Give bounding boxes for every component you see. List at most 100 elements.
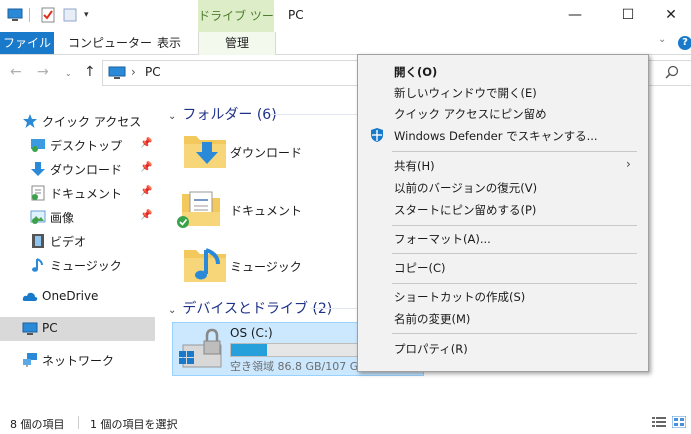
picture-icon bbox=[30, 210, 46, 224]
menu-item-label: プロパティ(R) bbox=[394, 342, 468, 356]
pin-icon[interactable]: 📌 bbox=[140, 186, 152, 197]
tab-view[interactable]: 表示 bbox=[157, 32, 181, 54]
folders-group-label: フォルダー (6) bbox=[182, 107, 277, 123]
menu-item-label: Windows Defender でスキャンする... bbox=[394, 129, 598, 143]
menu-item-share[interactable]: 共有(H) › bbox=[358, 155, 648, 175]
nav-item-onedrive[interactable]: OneDrive bbox=[0, 286, 155, 308]
folder-label[interactable]: ミュージック bbox=[230, 258, 302, 275]
computer-icon bbox=[108, 66, 126, 79]
details-view-icon[interactable] bbox=[652, 416, 666, 428]
chevron-down-icon[interactable]: ⌄ bbox=[168, 111, 176, 122]
menu-item-label: クイック アクセスにピン留め bbox=[394, 107, 547, 121]
menu-item-label: スタートにピン留めする(P) bbox=[394, 203, 537, 217]
nav-item-pc[interactable]: PC bbox=[0, 317, 155, 341]
nav-item-desktop[interactable]: デスクトップ 📌 bbox=[0, 134, 155, 156]
nav-item-pictures[interactable]: 画像 📌 bbox=[0, 206, 155, 228]
menu-item-open[interactable]: 開く(O) bbox=[358, 61, 648, 81]
expand-ribbon-icon[interactable]: ⌄ bbox=[658, 34, 666, 45]
chevron-down-icon[interactable]: ⌄ bbox=[168, 305, 176, 316]
minimize-button[interactable]: — bbox=[552, 0, 598, 32]
menu-item-pin-start[interactable]: スタートにピン留めする(P) bbox=[358, 199, 648, 219]
menu-item-label: 共有(H) bbox=[394, 159, 435, 173]
breadcrumb-pc[interactable]: PC bbox=[145, 65, 161, 79]
tab-file[interactable]: ファイル bbox=[0, 32, 54, 54]
network-icon bbox=[23, 353, 37, 367]
nav-item-label: ドキュメント bbox=[50, 187, 123, 201]
folders-group-header[interactable]: ⌄ フォルダー (6) bbox=[168, 104, 277, 124]
cloud-icon bbox=[22, 292, 38, 301]
nav-item-documents[interactable]: ドキュメント 📌 bbox=[0, 182, 155, 204]
computer-icon[interactable] bbox=[7, 7, 23, 23]
menu-separator bbox=[392, 225, 637, 226]
forward-button[interactable]: → bbox=[37, 64, 49, 80]
folder-label[interactable]: ドキュメント bbox=[230, 202, 302, 219]
menu-item-open-new-window[interactable]: 新しいウィンドウで開く(E) bbox=[358, 82, 648, 102]
status-item-count: 8 個の項目 bbox=[10, 418, 65, 431]
search-icon[interactable] bbox=[665, 65, 679, 79]
menu-item-copy[interactable]: コピー(C) bbox=[358, 257, 648, 277]
music-note-icon bbox=[32, 258, 43, 272]
ribbon-tabs: ファイル コンピューター 表示 管理 ⌄ ? bbox=[0, 32, 691, 55]
navigation-pane: クイック アクセス デスクトップ 📌 ダウンロード 📌 ドキュメント 📌 画像 … bbox=[0, 92, 155, 402]
menu-item-label: コピー(C) bbox=[394, 261, 446, 275]
nav-item-label: 画像 bbox=[50, 211, 75, 225]
menu-item-defender-scan[interactable]: Windows Defender でスキャンする... bbox=[358, 125, 648, 145]
recent-locations-button[interactable]: ⌄ bbox=[65, 69, 72, 78]
menu-item-create-shortcut[interactable]: ショートカットの作成(S) bbox=[358, 286, 648, 306]
desktop-icon bbox=[31, 139, 45, 152]
close-button[interactable]: ✕ bbox=[648, 0, 691, 32]
maximize-button[interactable]: ☐ bbox=[605, 0, 651, 32]
nav-item-label: PC bbox=[42, 321, 58, 335]
tab-computer[interactable]: コンピューター bbox=[68, 32, 152, 54]
download-arrow-icon bbox=[31, 162, 45, 176]
menu-separator bbox=[392, 283, 637, 284]
context-menu: 開く(O) 新しいウィンドウで開く(E) クイック アクセスにピン留め Wind… bbox=[357, 54, 649, 372]
pin-icon[interactable]: 📌 bbox=[140, 162, 152, 173]
documents-folder-icon[interactable] bbox=[176, 188, 222, 228]
music-folder-icon[interactable] bbox=[182, 244, 228, 284]
nav-item-label: ネットワーク bbox=[42, 354, 115, 368]
nav-item-label: デスクトップ bbox=[50, 139, 123, 153]
menu-item-label: フォーマット(A)... bbox=[394, 232, 491, 246]
large-icons-view-icon[interactable] bbox=[672, 416, 686, 428]
menu-item-format[interactable]: フォーマット(A)... bbox=[358, 228, 648, 248]
drive-tools-contextual-tab: ドライブ ツール bbox=[198, 0, 274, 55]
devices-group-header[interactable]: ⌄ デバイスとドライブ (2) bbox=[168, 298, 332, 318]
nav-item-videos[interactable]: ビデオ bbox=[0, 230, 155, 252]
breadcrumb-separator[interactable]: › bbox=[131, 65, 136, 79]
folder-label[interactable]: ダウンロード bbox=[230, 144, 302, 161]
customize-toolbar-dropdown[interactable]: ▾ bbox=[84, 10, 94, 20]
windows-drive-icon bbox=[179, 328, 222, 368]
menu-item-rename[interactable]: 名前の変更(M) bbox=[358, 308, 648, 328]
menu-separator bbox=[392, 333, 637, 334]
nav-quick-access[interactable]: クイック アクセス bbox=[0, 110, 155, 132]
new-folder-icon[interactable] bbox=[62, 7, 78, 23]
drive-usage-fill bbox=[231, 344, 267, 356]
status-divider bbox=[78, 416, 79, 429]
film-icon bbox=[32, 234, 44, 248]
group-divider bbox=[270, 114, 370, 115]
toolbar-divider bbox=[29, 8, 30, 22]
menu-item-restore-versions[interactable]: 以前のバージョンの復元(V) bbox=[358, 177, 648, 197]
menu-item-properties[interactable]: プロパティ(R) bbox=[358, 338, 648, 358]
menu-separator bbox=[392, 253, 637, 254]
drive-name: OS (C:) bbox=[230, 326, 273, 340]
nav-item-music[interactable]: ミュージック bbox=[0, 254, 155, 276]
help-icon[interactable]: ? bbox=[678, 36, 691, 50]
pin-icon[interactable]: 📌 bbox=[140, 138, 152, 149]
menu-item-label: 開く(O) bbox=[394, 65, 438, 79]
nav-item-downloads[interactable]: ダウンロード 📌 bbox=[0, 158, 155, 180]
back-button[interactable]: ← bbox=[10, 64, 22, 80]
up-button[interactable]: ↑ bbox=[84, 64, 96, 80]
nav-item-label: ビデオ bbox=[50, 235, 87, 249]
star-icon bbox=[23, 114, 37, 128]
menu-item-pin-quick-access[interactable]: クイック アクセスにピン留め bbox=[358, 103, 648, 123]
downloads-folder-icon[interactable] bbox=[182, 130, 228, 170]
tab-manage[interactable]: 管理 bbox=[198, 32, 276, 55]
nav-item-network[interactable]: ネットワーク bbox=[0, 349, 155, 371]
window-title: PC bbox=[288, 8, 304, 22]
properties-icon[interactable] bbox=[40, 7, 56, 23]
pin-icon[interactable]: 📌 bbox=[140, 210, 152, 221]
devices-group-label: デバイスとドライブ (2) bbox=[182, 301, 333, 317]
status-selection: 1 個の項目を選択 bbox=[90, 418, 178, 431]
